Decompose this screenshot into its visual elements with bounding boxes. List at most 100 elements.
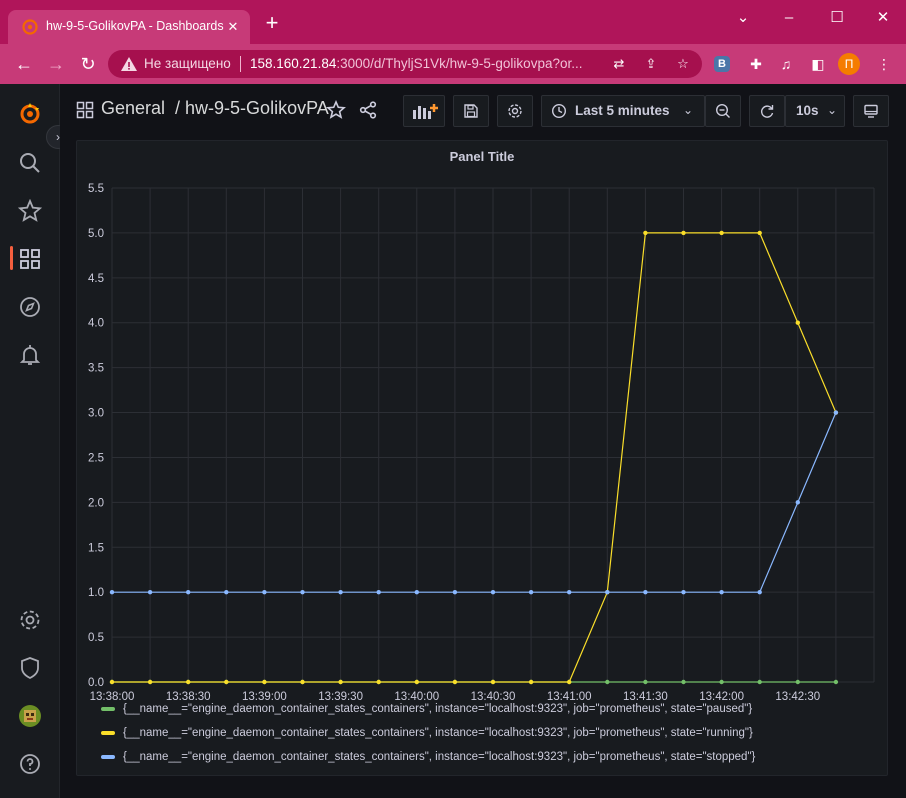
alerting-bell-icon[interactable] bbox=[18, 343, 42, 367]
x-tick-label: 13:42:30 bbox=[775, 691, 820, 701]
insecure-label[interactable]: Не защищено bbox=[144, 56, 231, 71]
back-button[interactable]: ← bbox=[12, 52, 36, 76]
url-path: :3000/d/ThyljS1Vk/hw-9-5-golikovpa?or... bbox=[336, 56, 583, 71]
url-host: 158.160.21.84 bbox=[250, 56, 337, 71]
user-avatar-icon[interactable] bbox=[18, 704, 42, 728]
data-point-running bbox=[681, 230, 686, 236]
x-tick-label: 13:42:00 bbox=[699, 691, 744, 701]
timeseries-chart[interactable]: 0.0 0.5 1.0 1.5 2.0 2.5 3.0 3.5 4.0 4.5 5.0 5.5 13:… bbox=[77, 141, 889, 701]
omnibox-separator bbox=[240, 56, 241, 72]
breadcrumb[interactable]: General / hw-9-5-GolikovPA bbox=[101, 98, 329, 119]
translate-icon[interactable]: ⇄ bbox=[610, 55, 628, 73]
refresh-interval-picker[interactable]: 10s ⌄ bbox=[785, 95, 845, 127]
data-point-stopped bbox=[833, 410, 839, 415]
active-indicator bbox=[10, 246, 13, 270]
time-picker[interactable]: Last 5 minutes ⌄ bbox=[541, 95, 705, 127]
time-range-chevron-icon: ⌄ bbox=[683, 103, 694, 117]
data-point-running bbox=[186, 679, 191, 685]
vk-extension-icon[interactable]: В bbox=[714, 56, 730, 72]
legend-swatch bbox=[101, 730, 115, 735]
legend-swatch bbox=[101, 754, 115, 759]
address-bar[interactable]: Не защищено 158.160.21.84:3000/d/ThyljS1… bbox=[108, 50, 702, 78]
bookmark-star-icon[interactable]: ☆ bbox=[674, 55, 692, 73]
data-point-running bbox=[643, 230, 648, 236]
url-text[interactable]: 158.160.21.84:3000/d/ThyljS1Vk/hw-9-5-go… bbox=[250, 56, 600, 71]
maximize-button[interactable]: ☐ bbox=[822, 6, 852, 30]
settings-gear-icon bbox=[508, 104, 522, 118]
timeseries-panel[interactable]: Panel Title 0.0 0.5 1.0 1.5 2.0 2.5 3.0 3.5 4.0 4… bbox=[76, 140, 888, 776]
data-point-running bbox=[452, 679, 458, 685]
data-point-running bbox=[490, 679, 496, 685]
add-panel-button[interactable] bbox=[403, 95, 445, 127]
data-point-stopped bbox=[376, 589, 381, 595]
extensions-puzzle-icon[interactable]: ✚ bbox=[746, 54, 766, 74]
minimize-button[interactable]: – bbox=[774, 6, 804, 30]
grafana-favicon-icon bbox=[22, 19, 38, 35]
tab-search-chevron-icon[interactable]: ⌄ bbox=[728, 6, 758, 30]
mark-favorite-star-icon[interactable] bbox=[326, 100, 346, 120]
new-tab-button[interactable]: + bbox=[262, 12, 282, 34]
data-point-stopped bbox=[300, 589, 305, 595]
dashboards-icon[interactable] bbox=[18, 247, 42, 271]
grafana-logo-icon[interactable] bbox=[18, 102, 42, 126]
share-page-icon[interactable]: ⇪ bbox=[642, 55, 660, 73]
dashboard-settings-button[interactable] bbox=[497, 95, 533, 127]
sidepanel-icon[interactable]: ◧ bbox=[808, 54, 828, 74]
legend-item[interactable]: {__name__="engine_daemon_container_state… bbox=[101, 703, 861, 721]
legend-swatch bbox=[101, 706, 115, 711]
profile-avatar[interactable]: П bbox=[838, 53, 860, 75]
search-icon[interactable] bbox=[18, 151, 42, 175]
y-tick-label: 4.0 bbox=[88, 318, 104, 330]
share-dashboard-icon[interactable] bbox=[358, 100, 378, 120]
configuration-gear-icon[interactable] bbox=[18, 608, 42, 632]
legend-label: {__name__="engine_daemon_container_state… bbox=[123, 703, 753, 715]
data-point-stopped bbox=[338, 589, 343, 595]
data-point-stopped bbox=[262, 589, 267, 595]
data-point-running bbox=[300, 679, 305, 685]
data-point-running bbox=[338, 679, 343, 685]
data-point-running bbox=[414, 679, 419, 685]
legend-item[interactable]: {__name__="engine_daemon_container_state… bbox=[101, 751, 861, 769]
browser-tab[interactable]: hw-9-5-GolikovPA - Dashboards ✕ bbox=[8, 10, 250, 44]
data-point-stopped bbox=[795, 500, 800, 505]
data-point-stopped bbox=[147, 589, 153, 595]
save-icon bbox=[464, 104, 478, 118]
y-axis-ticks: 0.0 0.5 1.0 1.5 2.0 2.5 3.0 3.5 4.0 4.5 5.0 5.5 bbox=[88, 183, 104, 689]
cycle-view-mode-button[interactable] bbox=[853, 95, 889, 127]
x-tick-label: 13:38:00 bbox=[90, 691, 135, 701]
zoom-out-button[interactable] bbox=[705, 95, 741, 127]
save-dashboard-button[interactable] bbox=[453, 95, 489, 127]
tab-close-icon[interactable]: ✕ bbox=[224, 18, 242, 36]
data-point-stopped bbox=[605, 589, 610, 595]
x-tick-label: 13:41:30 bbox=[623, 691, 668, 701]
data-point-stopped bbox=[452, 589, 458, 595]
server-admin-shield-icon[interactable] bbox=[18, 656, 42, 680]
y-tick-label: 3.5 bbox=[88, 363, 104, 375]
explore-compass-icon[interactable] bbox=[18, 295, 42, 319]
data-point-paused bbox=[681, 679, 686, 685]
data-point-stopped bbox=[224, 589, 229, 595]
time-range-label: Last 5 minutes bbox=[575, 103, 670, 118]
grafana-sidemenu bbox=[0, 84, 60, 798]
x-tick-label: 13:38:30 bbox=[166, 691, 211, 701]
starred-icon[interactable] bbox=[18, 199, 42, 223]
y-tick-label: 3.0 bbox=[88, 408, 104, 420]
refresh-button[interactable] bbox=[749, 95, 785, 127]
y-tick-label: 5.0 bbox=[88, 228, 104, 240]
y-tick-label: 2.0 bbox=[88, 497, 104, 509]
media-playlist-icon[interactable]: ♫ bbox=[776, 54, 796, 74]
chart-grid bbox=[111, 187, 875, 683]
help-icon[interactable] bbox=[18, 752, 42, 776]
refresh-icon bbox=[761, 105, 774, 118]
data-point-stopped bbox=[643, 589, 648, 595]
close-window-button[interactable]: ✕ bbox=[868, 6, 898, 30]
data-point-stopped bbox=[567, 589, 572, 595]
data-point-stopped bbox=[681, 589, 686, 595]
forward-button[interactable]: → bbox=[44, 52, 68, 76]
legend-item[interactable]: {__name__="engine_daemon_container_state… bbox=[101, 727, 861, 745]
reload-button[interactable]: ↻ bbox=[76, 52, 100, 76]
data-point-running bbox=[109, 679, 115, 685]
legend-label: {__name__="engine_daemon_container_state… bbox=[123, 751, 756, 763]
x-axis-ticks: 13:38:00 13:38:30 13:39:00 13:39:30 13:40:00… bbox=[90, 691, 821, 701]
browser-menu-icon[interactable]: ⋮ bbox=[874, 54, 894, 74]
